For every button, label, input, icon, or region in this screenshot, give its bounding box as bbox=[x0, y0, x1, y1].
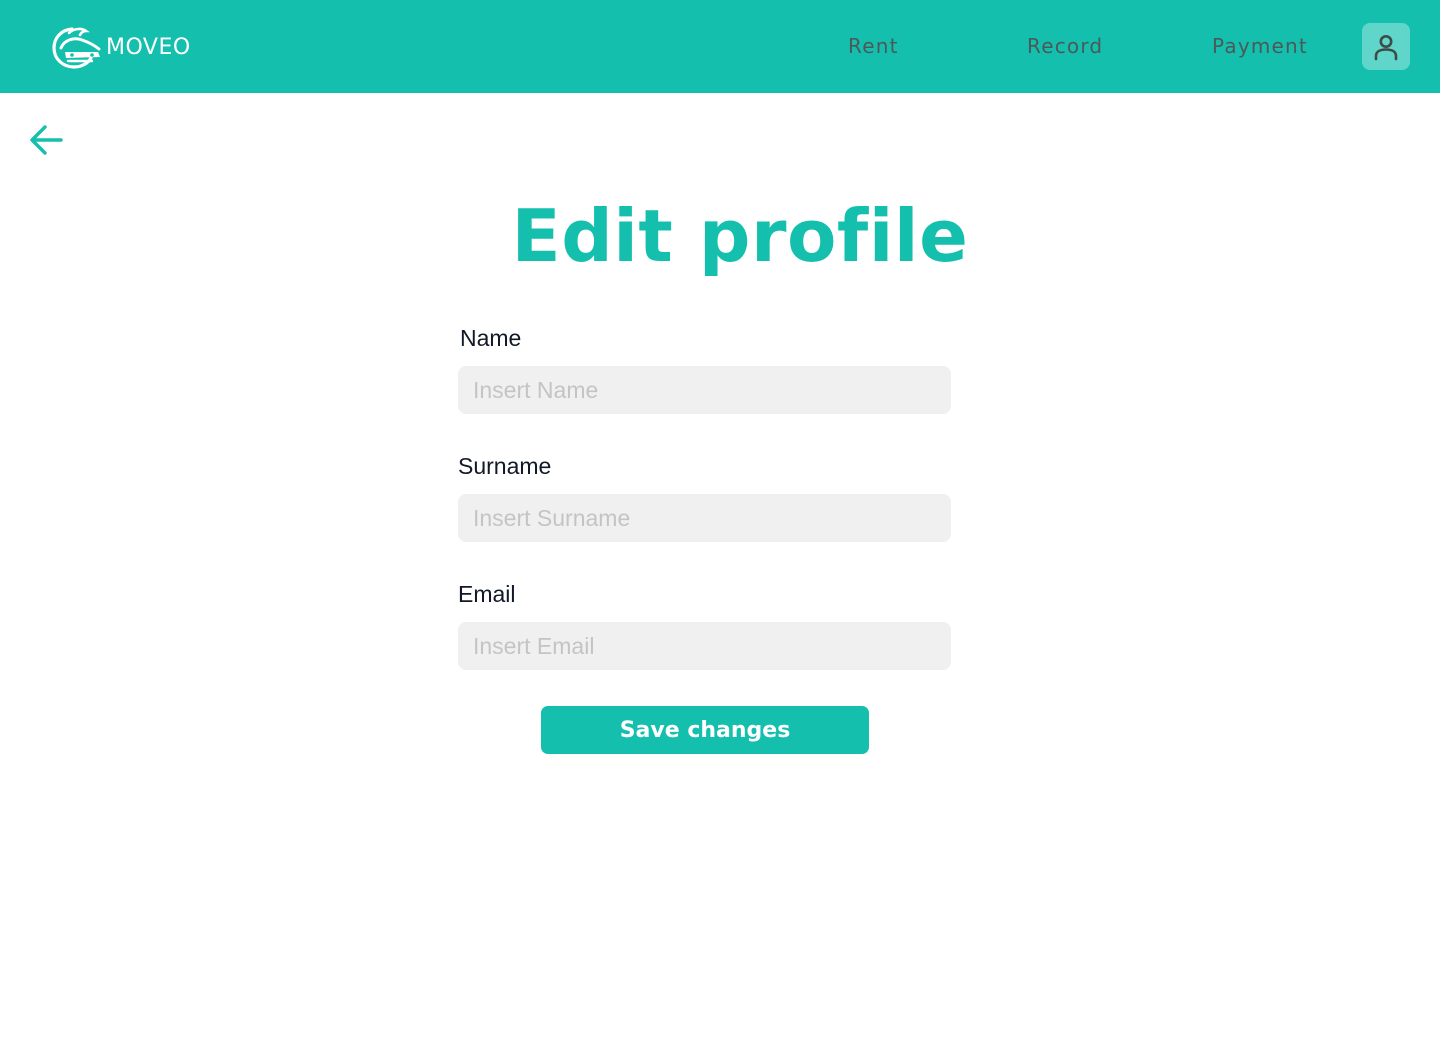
save-changes-button[interactable]: Save changes bbox=[541, 706, 869, 754]
brand-home-link[interactable]: MOVEO bbox=[52, 24, 191, 70]
moveo-logo-icon bbox=[52, 27, 101, 69]
email-label: Email bbox=[458, 581, 516, 607]
page-title: Edit profile bbox=[511, 194, 969, 278]
nav-link-record[interactable]: Record bbox=[1027, 31, 1103, 61]
surname-label: Surname bbox=[458, 453, 552, 479]
brand-name: MOVEO bbox=[106, 34, 191, 60]
back-button[interactable] bbox=[26, 120, 66, 160]
email-input[interactable] bbox=[458, 622, 951, 670]
nav-link-rent[interactable]: Rent bbox=[848, 31, 899, 61]
arrow-left-icon bbox=[30, 125, 63, 155]
name-input[interactable] bbox=[458, 366, 951, 414]
profile-avatar-button[interactable] bbox=[1362, 23, 1410, 70]
nav-link-payment[interactable]: Payment bbox=[1212, 31, 1308, 61]
user-icon bbox=[1374, 34, 1398, 60]
name-label: Name bbox=[460, 325, 522, 351]
top-navbar: MOVEO Rent Record Payment bbox=[0, 0, 1440, 93]
surname-input[interactable] bbox=[458, 494, 951, 542]
